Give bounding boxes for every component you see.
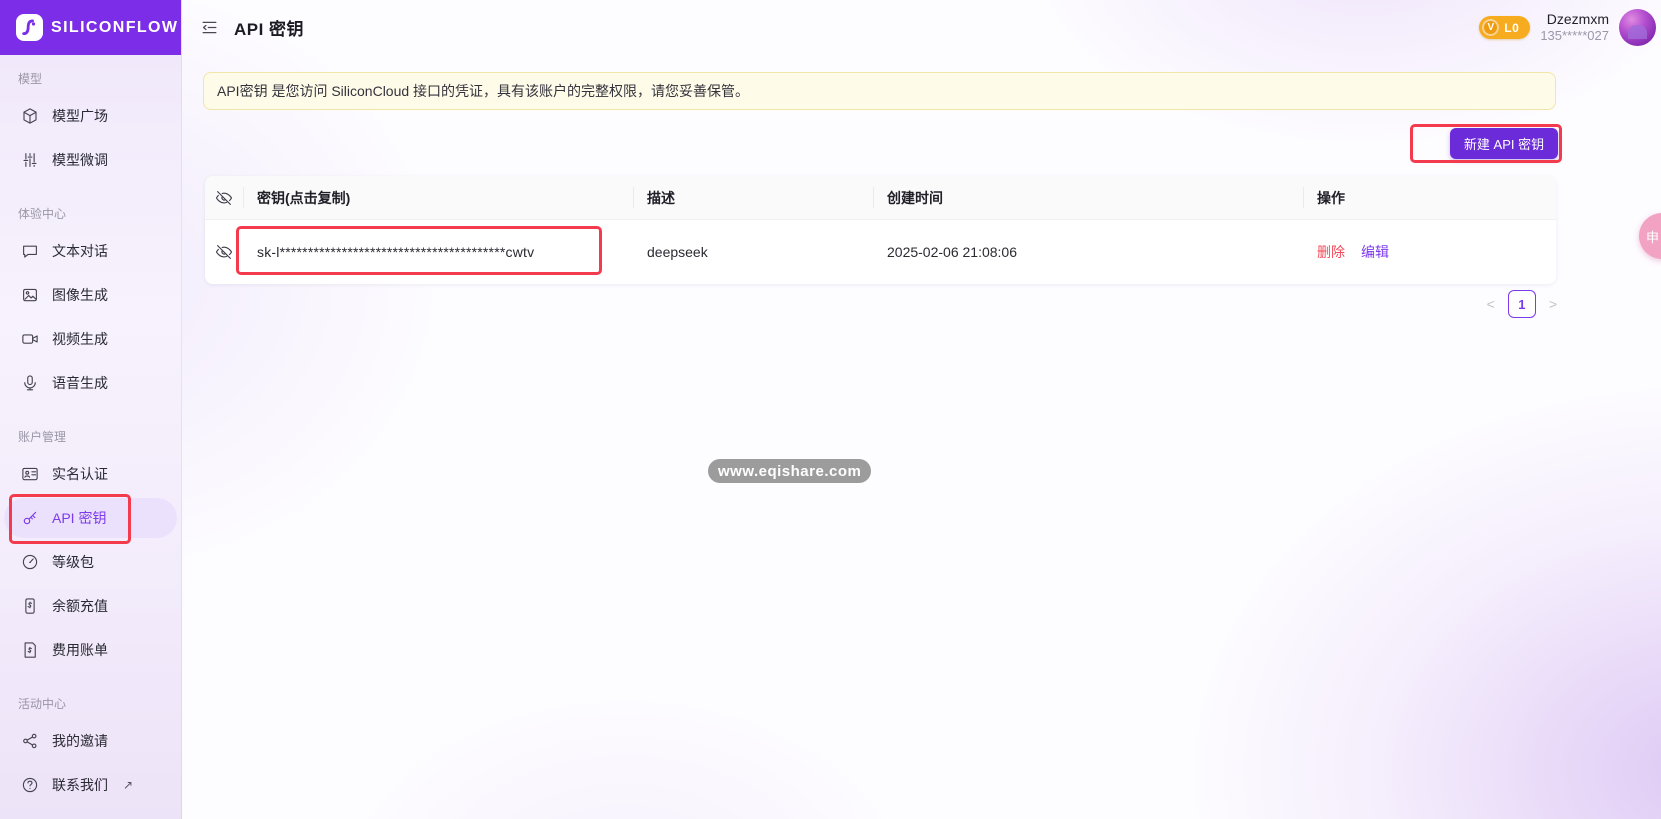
sidebar-item-tier-package[interactable]: 等级包 <box>4 542 177 582</box>
sidebar-item-video-gen[interactable]: 视频生成 <box>4 319 177 359</box>
user-avatar[interactable] <box>1619 9 1656 46</box>
sidebar-section-playground: 体验中心 <box>18 207 67 221</box>
user-name: Dzezmxm <box>1546 10 1609 27</box>
sidebar-item-billing[interactable]: 费用账单 <box>4 630 177 670</box>
main-content: API 密钥 V L0 Dzezmxm 135*****027 API密钥 是您… <box>182 0 1661 819</box>
mic-icon <box>21 374 39 392</box>
bill-icon <box>21 641 39 659</box>
sidebar-item-label: 费用账单 <box>52 642 108 658</box>
sidebar-section-account: 账户管理 <box>18 430 67 444</box>
brand-logo[interactable]: SILICONFLOW <box>0 0 181 55</box>
external-link-icon: ↗ <box>123 778 134 792</box>
pagination-page-1[interactable]: 1 <box>1507 290 1536 318</box>
sidebar-item-label: 模型广场 <box>52 108 108 124</box>
pagination-prev-icon[interactable]: < <box>1487 290 1495 318</box>
brand-name: SILICONFLOW <box>51 18 179 36</box>
column-header-operations: 操作 <box>1303 176 1556 219</box>
vip-v-icon: V <box>1482 19 1500 36</box>
sidebar-item-label: 视频生成 <box>52 331 108 347</box>
sidebar-item-label: 图像生成 <box>52 287 108 303</box>
table-header-row: 密钥(点击复制) 描述 创建时间 操作 <box>205 176 1556 220</box>
idcard-icon <box>21 465 39 483</box>
edit-key-link[interactable]: 编辑 <box>1361 242 1389 262</box>
question-icon <box>21 776 39 794</box>
floating-widget-button[interactable]: 申 <box>1639 213 1661 259</box>
floating-widget-label: 申 <box>1646 229 1660 245</box>
watermark: www.eqishare.com <box>708 459 872 483</box>
level-badge[interactable]: V L0 <box>1479 16 1531 39</box>
sidebar-item-text-chat[interactable]: 文本对话 <box>4 231 177 271</box>
sidebar-item-label: 余额充值 <box>52 598 108 614</box>
key-description: deepseek <box>647 244 708 260</box>
sidebar-item-my-invites[interactable]: 我的邀请 <box>4 721 177 761</box>
column-header-key: 密钥(点击复制) <box>243 176 633 219</box>
sidebar-item-contact-us[interactable]: 联系我们 ↗ <box>4 765 177 805</box>
user-names: Dzezmxm 135*****027 <box>1540 11 1609 45</box>
share-icon <box>21 732 39 750</box>
sidebar-item-label: 联系我们 <box>52 777 108 793</box>
notice-banner: API密钥 是您访问 SiliconCloud 接口的凭证，具有该账户的完整权限… <box>203 72 1556 110</box>
sidebar-item-balance-recharge[interactable]: 余额充值 <box>4 586 177 626</box>
notice-text: API密钥 是您访问 SiliconCloud 接口的凭证，具有该账户的完整权限… <box>217 83 750 99</box>
user-phone: 135*****027 <box>1540 28 1609 44</box>
page-header: API 密钥 <box>200 0 304 55</box>
sidebar-section-activity: 活动中心 <box>18 697 67 711</box>
gauge-icon <box>21 553 39 571</box>
image-icon <box>21 286 39 304</box>
column-header-created: 创建时间 <box>873 176 1303 219</box>
pagination: < 1 > <box>1487 290 1557 318</box>
sidebar-item-voice-gen[interactable]: 语音生成 <box>4 363 177 403</box>
delete-key-link[interactable]: 删除 <box>1317 242 1345 262</box>
sidebar-item-api-keys[interactable]: API 密钥 <box>4 498 177 538</box>
column-header-description: 描述 <box>633 176 873 219</box>
recharge-icon <box>21 597 39 615</box>
sidebar-item-model-finetune[interactable]: 模型微调 <box>4 140 177 180</box>
key-created-time: 2025-02-06 21:08:06 <box>887 244 1017 260</box>
sidebar-item-label: 模型微调 <box>52 152 108 168</box>
sidebar-item-label: 文本对话 <box>52 243 108 259</box>
sidebar-item-label: 语音生成 <box>52 375 108 391</box>
cube-icon <box>21 107 39 125</box>
sidebar-item-real-name-auth[interactable]: 实名认证 <box>4 454 177 494</box>
level-label: L0 <box>1504 20 1520 35</box>
table-row: sk-l************************************… <box>205 220 1556 284</box>
tune-icon <box>21 151 39 169</box>
sidebar-item-image-gen[interactable]: 图像生成 <box>4 275 177 315</box>
api-key-masked[interactable]: sk-l************************************… <box>257 244 534 260</box>
sidebar-item-model-square[interactable]: 模型广场 <box>4 96 177 136</box>
sidebar-item-label: 我的邀请 <box>52 733 108 749</box>
sidebar-item-docs-center[interactable]: 文档中心 ↗ <box>4 809 177 819</box>
pagination-next-icon[interactable]: > <box>1549 290 1557 318</box>
user-area: V L0 Dzezmxm 135*****027 <box>1479 9 1656 46</box>
app-root: SILICONFLOW 模型 模型广场 模型微调 体验中心 文本对话 图像生成 … <box>0 0 1661 819</box>
key-icon <box>21 509 39 527</box>
sidebar-item-label: 等级包 <box>52 554 94 570</box>
eye-off-icon[interactable] <box>215 243 233 261</box>
sidebar-item-label: 实名认证 <box>52 466 108 482</box>
sidebar: SILICONFLOW 模型 模型广场 模型微调 体验中心 文本对话 图像生成 … <box>0 0 182 819</box>
chat-icon <box>21 242 39 260</box>
menu-fold-icon[interactable] <box>200 18 219 37</box>
video-icon <box>21 330 39 348</box>
sidebar-section-models: 模型 <box>18 72 43 86</box>
eye-off-icon[interactable] <box>215 189 233 207</box>
page-title: API 密钥 <box>234 20 305 39</box>
sidebar-item-label: API 密钥 <box>52 510 107 526</box>
new-api-key-button[interactable]: 新建 API 密钥 <box>1450 128 1558 159</box>
api-keys-table: 密钥(点击复制) 描述 创建时间 操作 sk-l****************… <box>205 176 1556 284</box>
siliconflow-logo-icon <box>16 14 43 41</box>
